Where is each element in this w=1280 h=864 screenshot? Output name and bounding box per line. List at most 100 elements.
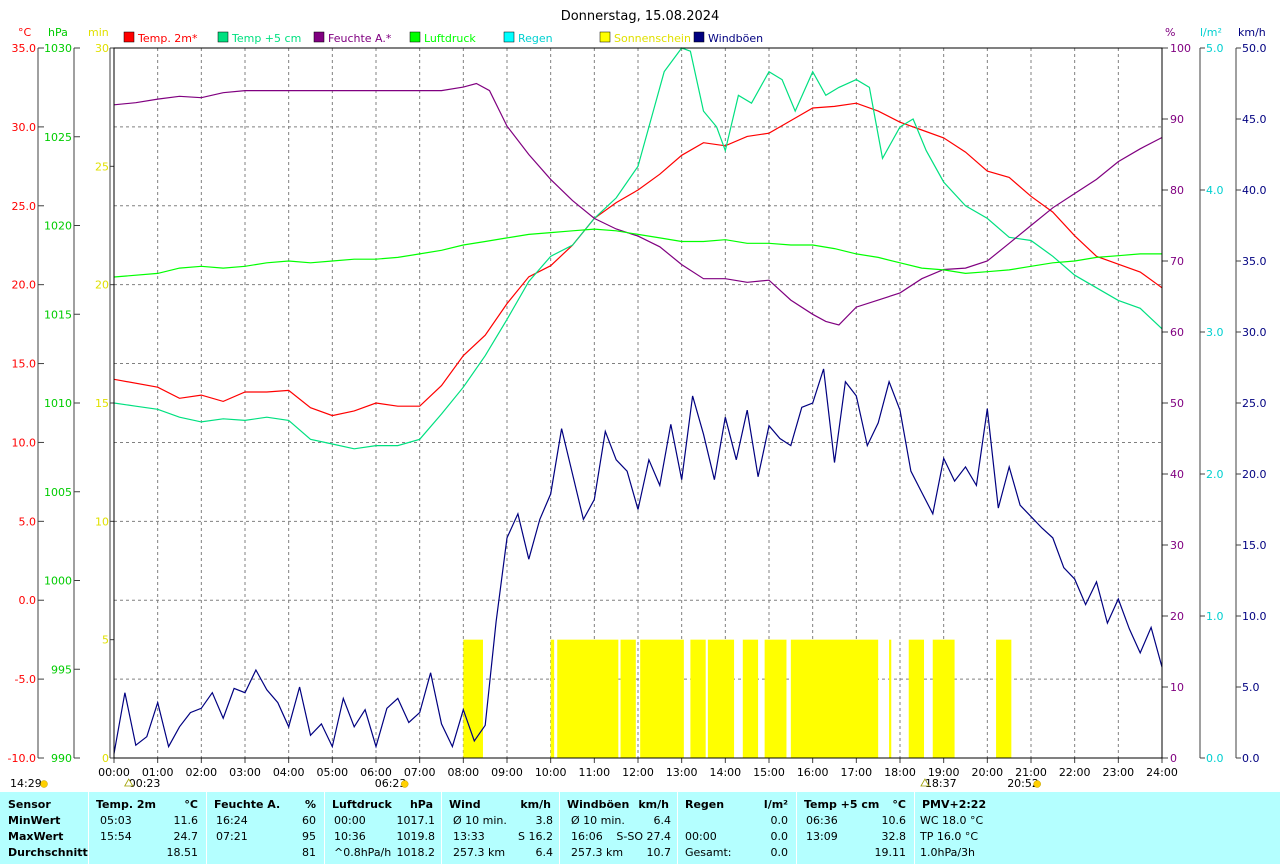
- sunshine-tick-label: 30: [95, 42, 109, 55]
- x-tick-label: 17:00: [840, 766, 872, 779]
- stat-value: S: [518, 830, 525, 843]
- stat-value: 06:36: [806, 814, 838, 827]
- x-tick-label: 10:00: [535, 766, 567, 779]
- legend-label: Temp. 2m*: [137, 32, 198, 45]
- stat-value: 05:03: [100, 814, 132, 827]
- stat-value: 10.6: [881, 814, 907, 827]
- temp-tick-label: 10.0: [12, 436, 37, 449]
- sunshine-bar: [764, 639, 787, 758]
- stat-header-name: Sensor: [8, 798, 51, 811]
- stat-value: 1017.1: [396, 814, 436, 827]
- stat-header-unit: °C: [184, 798, 198, 811]
- legend-swatch: [313, 31, 325, 43]
- stat-value: ^0.8hPa/h: [334, 846, 392, 859]
- humidity-tick-label: 10: [1170, 681, 1184, 694]
- x-tick-label: 02:00: [185, 766, 217, 779]
- legend-label: Windböen: [708, 32, 763, 45]
- sunshine-tick-label: 25: [95, 160, 109, 173]
- temp-tick-label: 30.0: [12, 121, 37, 134]
- stat-value: 257.3 km: [571, 846, 624, 859]
- x-tick-label: 08:00: [447, 766, 479, 779]
- legend-label: Luftdruck: [424, 32, 476, 45]
- stat-value: 10.7: [646, 846, 672, 859]
- legend-swatch: [599, 31, 611, 43]
- temp-tick-label: 15.0: [12, 358, 37, 371]
- stat-value: 60: [302, 814, 316, 827]
- stat-header-name: Temp +5 cm: [804, 798, 880, 811]
- pressure-tick-label: 1000: [44, 575, 72, 588]
- rain-tick-label: 2.0: [1206, 468, 1224, 481]
- stat-value: S-SO: [616, 830, 643, 843]
- stat-value: 1018.2: [396, 846, 436, 859]
- sun-icon: [1033, 780, 1041, 788]
- sunshine-bar: [707, 639, 735, 758]
- stat-value: 1019.8: [396, 830, 436, 843]
- rain-unit-label: l/m²: [1200, 26, 1222, 39]
- stat-value: 3.8: [535, 814, 554, 827]
- x-tick-label: 14:00: [709, 766, 741, 779]
- stat-value: 00:00: [685, 830, 717, 843]
- stat-row-label: MaxWert: [8, 830, 64, 843]
- sunshine-tick-label: 20: [95, 279, 109, 292]
- x-tick-label: 00:00: [98, 766, 130, 779]
- sunshine-bar: [790, 639, 879, 758]
- wind-tick-label: 30.0: [1242, 326, 1267, 339]
- sunshine-unit-label: min: [88, 26, 109, 39]
- stat-header-unit: km/h: [520, 798, 551, 811]
- x-tick-label: 22:00: [1059, 766, 1091, 779]
- x-tick-label: 05:00: [316, 766, 348, 779]
- sunshine-bar: [640, 639, 684, 758]
- humidity-tick-label: 20: [1170, 610, 1184, 623]
- wind-tick-label: 0.0: [1242, 752, 1260, 765]
- pressure-tick-label: 1015: [44, 308, 72, 321]
- stat-value: 95: [302, 830, 316, 843]
- statistics-panel: Sensor MinWert MaxWert Durchschnitt Temp. 2m…: [0, 792, 1280, 864]
- stat-pmv-value: TP 16.0 °C: [920, 830, 979, 843]
- rain-tick-label: 3.0: [1206, 326, 1224, 339]
- stat-value: 13:09: [806, 830, 838, 843]
- pressure-tick-label: 1020: [44, 220, 72, 233]
- wind-tick-label: 40.0: [1242, 184, 1267, 197]
- wind-tick-label: 15.0: [1242, 539, 1267, 552]
- x-tick-label: 13:00: [666, 766, 698, 779]
- sunshine-bar: [557, 639, 619, 758]
- stat-header-unit: hPa: [409, 798, 433, 811]
- stat-value: 10:36: [334, 830, 366, 843]
- stat-header-name: Luftdruck: [332, 798, 392, 811]
- pressure-unit-label: hPa: [48, 26, 68, 39]
- stat-value: 32.8: [881, 830, 907, 843]
- temp-tick-label: 20.0: [12, 279, 37, 292]
- sunshine-tick-label: 0: [102, 752, 109, 765]
- sunshine-bar: [620, 639, 636, 758]
- legend-swatch: [693, 31, 705, 43]
- pressure-tick-label: 995: [51, 663, 72, 676]
- stat-value: Ø 10 min.: [571, 814, 625, 827]
- stat-value: 19.11: [874, 846, 907, 859]
- stat-separator: [559, 792, 560, 864]
- stat-row-label: MinWert: [8, 814, 61, 827]
- humidity-tick-label: 60: [1170, 326, 1184, 339]
- sunshine-bar: [932, 639, 955, 758]
- sunshine-bar: [690, 639, 706, 758]
- sunshine-series: [463, 639, 1012, 758]
- wind-tick-label: 45.0: [1242, 113, 1267, 126]
- stat-value: Ø 10 min.: [453, 814, 507, 827]
- legend-label: Regen: [518, 32, 553, 45]
- stat-value: 13:33: [453, 830, 485, 843]
- temp-tick-label: -10.0: [8, 752, 36, 765]
- humidity-unit-label: %: [1165, 26, 1175, 39]
- sunshine-tick-label: 15: [95, 397, 109, 410]
- stat-header-unit: %: [304, 798, 316, 811]
- stat-header-name: Windböen: [567, 798, 630, 811]
- stat-header-name: PMV+2:22: [922, 798, 987, 811]
- x-tick-label: 15:00: [753, 766, 785, 779]
- humidity-tick-label: 100: [1170, 42, 1191, 55]
- pressure-tick-label: 1030: [44, 42, 72, 55]
- stat-pmv-value: WC 18.0 °C: [920, 814, 984, 827]
- stat-value: 00:00: [334, 814, 366, 827]
- stat-separator: [796, 792, 797, 864]
- marker-time-label: 18:37: [925, 777, 957, 790]
- legend-swatch: [409, 31, 421, 43]
- rain-tick-label: 5.0: [1206, 42, 1224, 55]
- marker-time-label: 14:29: [10, 777, 42, 790]
